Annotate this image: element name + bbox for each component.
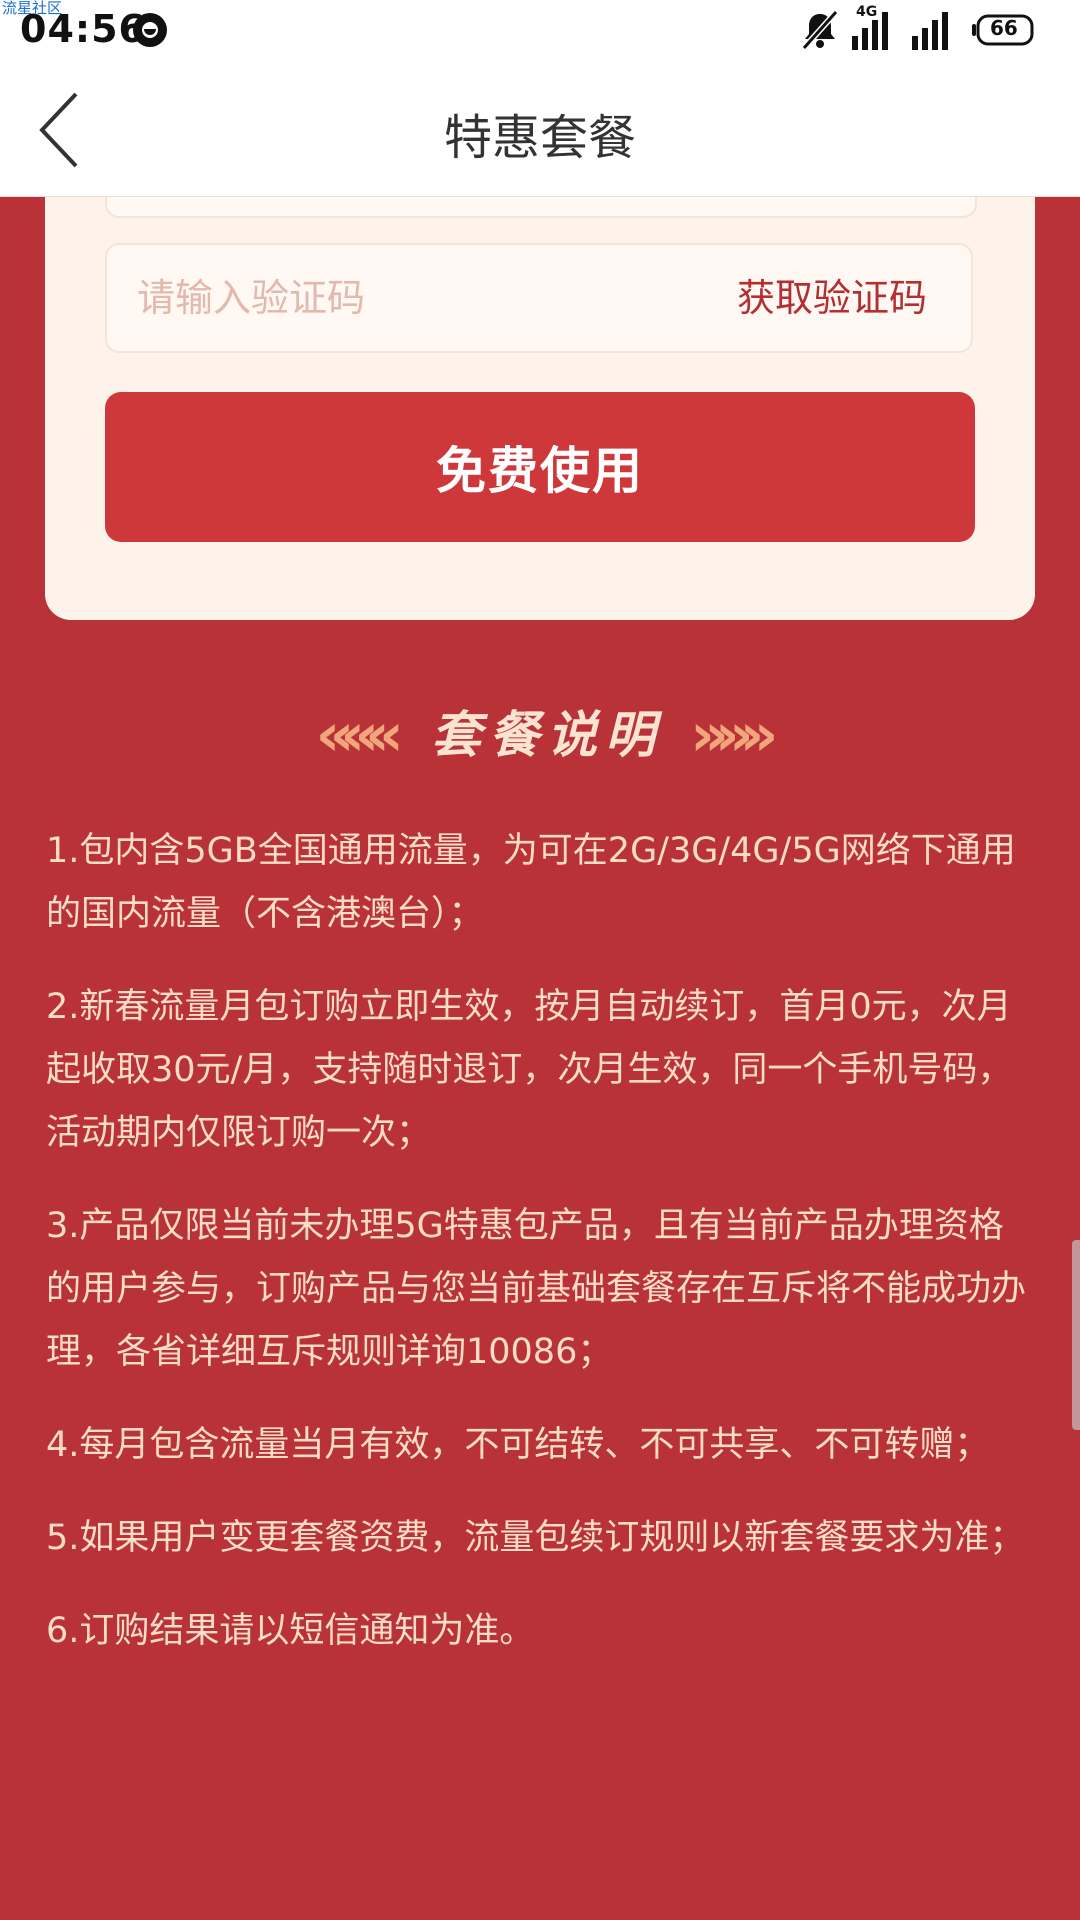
battery-level: 66 bbox=[990, 16, 1018, 40]
right-chevrons-decor: »»» bbox=[690, 700, 778, 770]
rule-item: 6.订购结果请以短信通知为准。 bbox=[46, 1611, 535, 1651]
status-indicators: 4G 66 bbox=[800, 4, 1060, 52]
rule-item: 3.产品仅限当前未办理5G特惠包产品，且有当前产品办理资格的用户参与，订购产品与… bbox=[46, 1206, 1027, 1372]
scrollbar[interactable] bbox=[1072, 1240, 1080, 1430]
signal-icon-1 bbox=[852, 12, 888, 50]
app-header: 特惠套餐 bbox=[0, 60, 1080, 197]
rule-item: 5.如果用户变更套餐资费，流量包续订规则以新套餐要求为准； bbox=[46, 1518, 1025, 1558]
rules-list: 1.包内含5GB全国通用流量，为可在2G/3G/4G/5G网络下通用的国内流量（… bbox=[46, 820, 1036, 1693]
left-chevrons-decor: ««« bbox=[315, 700, 404, 770]
verification-code-field: 获取验证码 bbox=[105, 243, 973, 353]
rule-item: 1.包内含5GB全国通用流量，为可在2G/3G/4G/5G网络下通用的国内流量（… bbox=[46, 831, 1016, 934]
get-code-button[interactable]: 获取验证码 bbox=[737, 273, 927, 323]
free-use-button[interactable]: 免费使用 bbox=[105, 392, 975, 542]
app-notification-icon bbox=[130, 10, 170, 54]
rule-item: 4.每月包含流量当月有效，不可结转、不可共享、不可转赠； bbox=[46, 1425, 990, 1465]
verification-code-input[interactable] bbox=[137, 267, 657, 329]
page-title: 特惠套餐 bbox=[443, 110, 636, 166]
section-title: 套餐说明 bbox=[431, 706, 663, 764]
subscription-card: 获取验证码 免费使用 bbox=[45, 150, 1035, 620]
watermark-text: 流星社区 bbox=[2, 0, 63, 17]
section-header: ««« 套餐说明 »»» bbox=[0, 705, 1080, 775]
rule-item: 2.新春流量月包订购立即生效，按月自动续订，首月0元，次月起收取30元/月，支持… bbox=[46, 987, 1013, 1153]
mute-icon bbox=[801, 10, 839, 50]
status-bar: 04:56 4G 66 bbox=[0, 0, 1080, 60]
signal-icon-2 bbox=[912, 12, 948, 50]
